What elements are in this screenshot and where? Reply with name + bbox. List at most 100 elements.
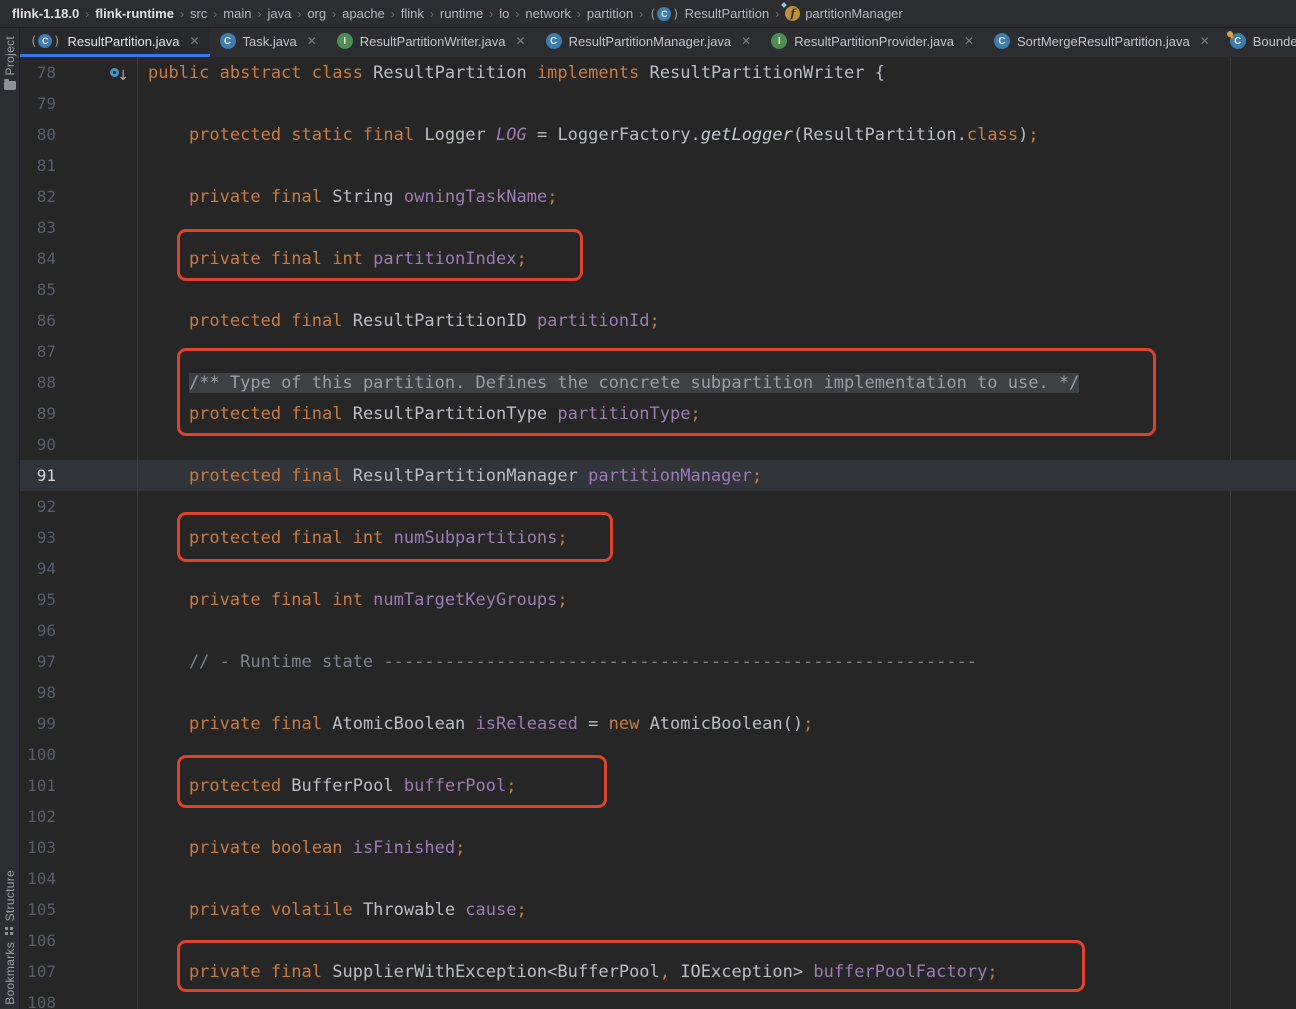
code-token: numTargetKeyGroups [373, 589, 558, 610]
tool-window-button-project[interactable]: Project [3, 36, 17, 91]
class-icon: C [657, 6, 672, 21]
tab-close-icon[interactable]: ✕ [189, 34, 199, 48]
line-number: 78 [36, 63, 56, 82]
code-text: protected BufferPool bufferPool; [137, 770, 1296, 801]
code-line-107[interactable]: 107 private final SupplierWithException <… [20, 956, 1296, 987]
breadcrumb-item-io[interactable]: io [499, 6, 509, 21]
code-token: isReleased [475, 713, 578, 734]
tab-Task.java[interactable]: C Task.java ✕ [210, 28, 327, 57]
code-line-79[interactable]: 79 [20, 88, 1296, 119]
implemented-marker-icon[interactable]: ↓ [110, 65, 129, 84]
breadcrumb-item-flink-1.18.0[interactable]: flink-1.18.0 [12, 6, 79, 21]
code-line-102[interactable]: 102 [20, 801, 1296, 832]
code-line-106[interactable]: 106 [20, 925, 1296, 956]
tab-ResultPartition.java[interactable]: (C) ResultPartition.java ✕ [20, 28, 210, 57]
code-line-87[interactable]: 87 [20, 336, 1296, 367]
breadcrumb-item-network[interactable]: network [525, 6, 571, 21]
code-token: BufferPool [557, 961, 660, 982]
breadcrumb-item-org[interactable]: org [307, 6, 326, 21]
code-line-93[interactable]: 93 protected final int numSubpartitions; [20, 522, 1296, 553]
code-line-84[interactable]: 84 private final int partitionIndex; [20, 243, 1296, 274]
class-icon: C [545, 33, 562, 49]
code-line-95[interactable]: 95 private final int numTargetKeyGroups; [20, 584, 1296, 615]
tab-close-icon[interactable]: ✕ [1200, 34, 1210, 48]
abstract-class-icon: (C) [649, 6, 680, 21]
breadcrumb-item-partition[interactable]: partition [587, 6, 633, 21]
gutter [56, 708, 137, 739]
breadcrumb-item-java[interactable]: java [267, 6, 291, 21]
code-line-105[interactable]: 105 private volatile Throwable cause; [20, 894, 1296, 925]
breadcrumb-item-ResultPartition[interactable]: (C) ResultPartition [649, 6, 769, 21]
code-line-96[interactable]: 96 [20, 615, 1296, 646]
code-token: > [792, 961, 814, 982]
code-text: /** Type of this partition. Defines the … [137, 367, 1296, 398]
code-token: ResultPartitionID [352, 310, 537, 331]
code-line-94[interactable]: 94 [20, 553, 1296, 584]
code-token: = [526, 124, 558, 145]
tool-window-button-bookmarks[interactable]: Bookmarks [3, 942, 17, 1005]
tab-close-icon[interactable]: ✕ [307, 34, 317, 48]
tab-close-icon[interactable]: ✕ [516, 34, 526, 48]
code-line-97[interactable]: 97 // - Runtime state ------------------… [20, 646, 1296, 677]
code-token: . [690, 124, 701, 145]
breadcrumb-separator: › [639, 6, 644, 21]
tab-close-icon[interactable]: ✕ [964, 34, 974, 48]
breadcrumb-item-apache[interactable]: apache [342, 6, 385, 21]
code-line-82[interactable]: 82 private final String owningTaskName; [20, 181, 1296, 212]
breadcrumb-item-runtime[interactable]: runtime [440, 6, 483, 21]
code-line-86[interactable]: 86 protected final ResultPartitionID par… [20, 305, 1296, 336]
code-text: protected final ResultPartitionManager p… [137, 460, 1296, 491]
code-text [137, 987, 1296, 1009]
code-line-99[interactable]: 99 private final AtomicBoolean isRelease… [20, 708, 1296, 739]
code-line-88[interactable]: 88 /** Type of this partition. Defines t… [20, 367, 1296, 398]
tab-BoundedBlockingSubpartition.java[interactable]: CBoundedBlockingSubpartition.java✕ [1220, 28, 1296, 57]
tab-ResultPartitionWriter.java[interactable]: I ResultPartitionWriter.java ✕ [327, 28, 536, 57]
code-line-78[interactable]: 78 ↓ public abstract class ResultPartition… [20, 57, 1296, 88]
breadcrumb-item-flink-runtime[interactable]: flink-runtime [95, 6, 174, 21]
code-token: ; [803, 713, 814, 734]
tool-window-button-structure[interactable]: Structure [3, 870, 17, 936]
line-number: 94 [36, 559, 56, 578]
code-token: private final int [148, 589, 374, 610]
code-token: ; [557, 527, 568, 548]
code-line-92[interactable]: 92 [20, 491, 1296, 522]
code-line-100[interactable]: 100 [20, 739, 1296, 770]
gutter [56, 832, 137, 863]
gutter [56, 894, 137, 925]
gutter [56, 801, 137, 832]
gutter [56, 987, 137, 1009]
code-line-80[interactable]: 80 protected static final Logger LOG = L… [20, 119, 1296, 150]
code-line-103[interactable]: 103 private boolean isFinished; [20, 832, 1296, 863]
class-icon: C [38, 34, 53, 48]
code-line-83[interactable]: 83 [20, 212, 1296, 243]
line-number: 100 [27, 745, 56, 764]
code-line-89[interactable]: 89 protected final ResultPartitionType p… [20, 398, 1296, 429]
paren: ( [30, 34, 38, 48]
code-line-90[interactable]: 90 [20, 429, 1296, 460]
code-line-91[interactable]: 91 protected final ResultPartitionManage… [20, 460, 1296, 491]
breadcrumb-item-partitionManager[interactable]: f partitionManager [781, 2, 903, 21]
code-line-98[interactable]: 98 [20, 677, 1296, 708]
tab-label: ResultPartitionManager.java [568, 33, 732, 49]
breadcrumb: flink-1.18.0 › flink-runtime › src › main › java… [12, 2, 903, 21]
line-number: 81 [36, 156, 56, 175]
breadcrumb-item-flink[interactable]: flink [401, 6, 424, 21]
line-number: 102 [27, 807, 56, 826]
tab-close-icon[interactable]: ✕ [741, 34, 751, 48]
code-line-108[interactable]: 108 [20, 987, 1296, 1009]
tab-ResultPartitionProvider.java[interactable]: I ResultPartitionProvider.java ✕ [761, 28, 984, 57]
code-text: private final SupplierWithException < Buff… [137, 956, 1296, 987]
code-token: = [577, 713, 609, 734]
breadcrumb-item-src[interactable]: src [190, 6, 207, 21]
code-line-104[interactable]: 104 [20, 863, 1296, 894]
tab-SortMergeResultPartition.java[interactable]: C SortMergeResultPartition.java ✕ [984, 28, 1220, 57]
breadcrumb-item-main[interactable]: main [223, 6, 251, 21]
tab-ResultPartitionManager.java[interactable]: C ResultPartitionManager.java ✕ [536, 28, 762, 57]
code-line-85[interactable]: 85 [20, 274, 1296, 305]
code-line-101[interactable]: 101 protected BufferPool bufferPool; [20, 770, 1296, 801]
class-icon: C [994, 33, 1010, 49]
code-editor[interactable]: 78 ↓ public abstract class ResultPartition… [20, 57, 1296, 1009]
code-text: private final String owningTaskName; [137, 181, 1296, 212]
code-line-81[interactable]: 81 [20, 150, 1296, 181]
breadcrumb-separator: › [213, 6, 218, 21]
